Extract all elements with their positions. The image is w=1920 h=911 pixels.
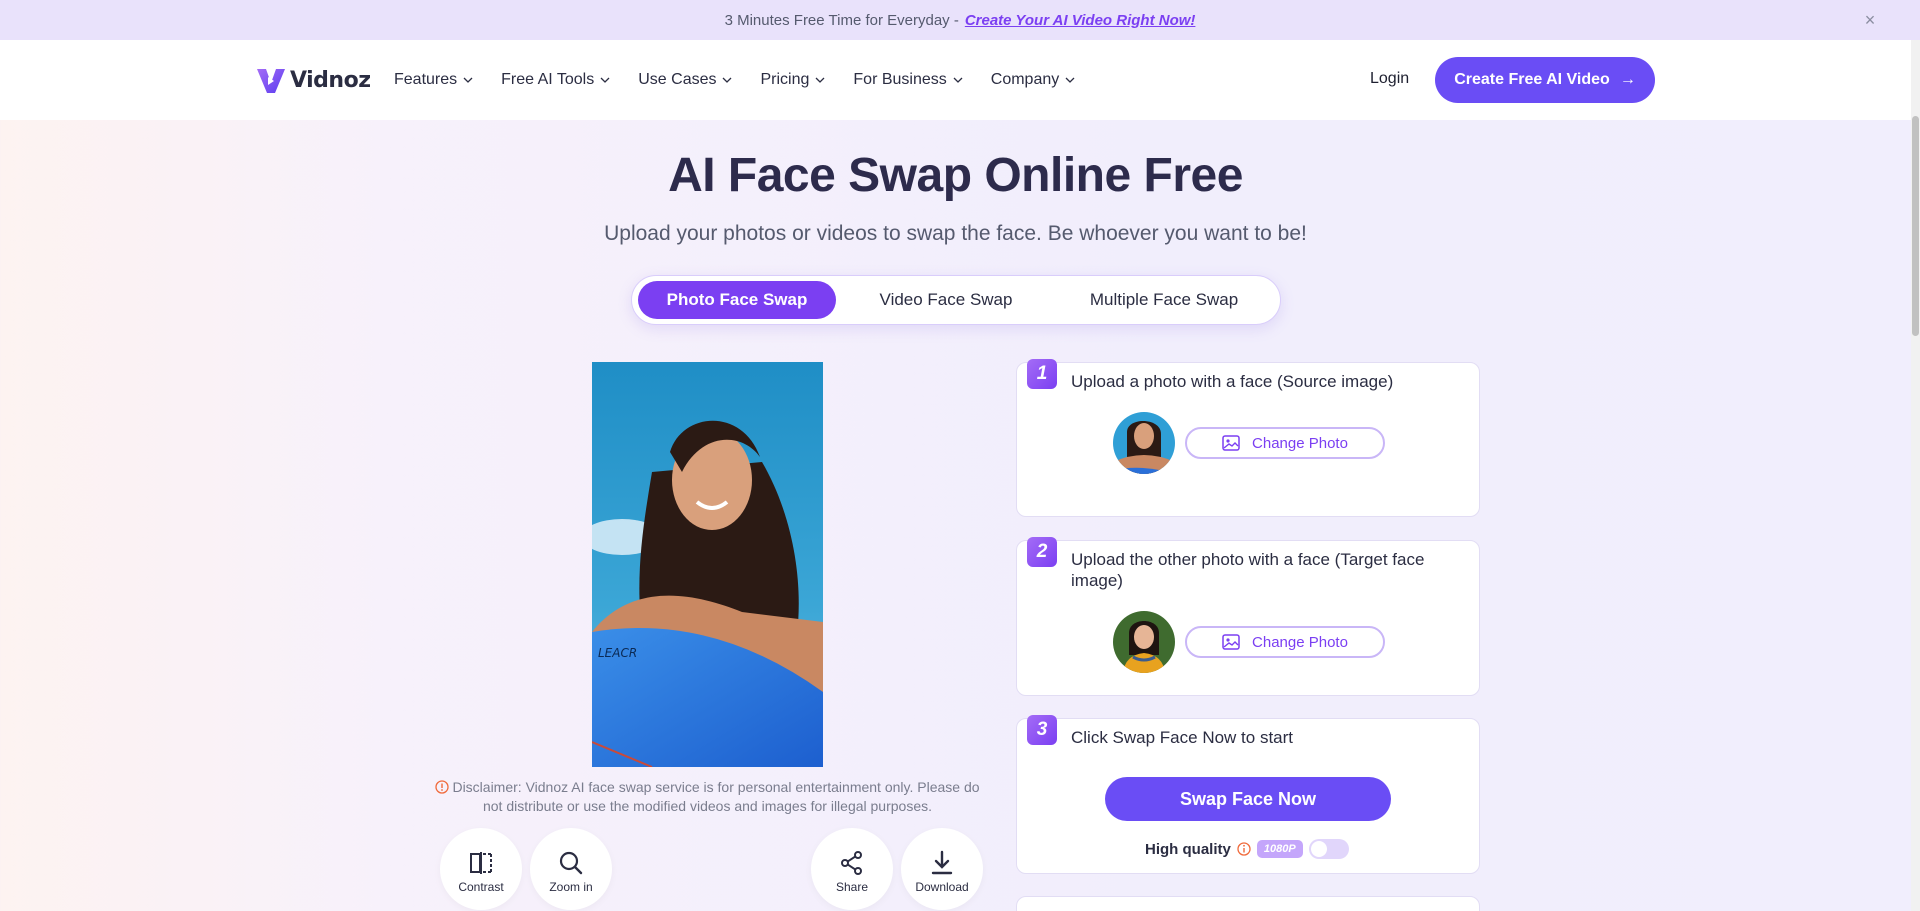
tab-photo-face-swap[interactable]: Photo Face Swap xyxy=(638,281,836,319)
step-text: Upload the other photo with a face (Targ… xyxy=(1071,550,1425,590)
info-icon[interactable] xyxy=(1237,842,1251,856)
menu-label: Features xyxy=(394,71,458,88)
page-title: AI Face Swap Online Free xyxy=(668,149,1243,202)
source-face-image xyxy=(1113,412,1175,474)
chevron-down-icon xyxy=(723,77,732,83)
create-free-ai-video-button[interactable]: Create Free AI Video → xyxy=(1435,57,1655,103)
step-card-partial xyxy=(1016,896,1480,911)
board-text: LEACR xyxy=(598,646,637,660)
zoom-label: Zoom in xyxy=(549,880,593,894)
disclaimer-text: Disclaimer: Vidnoz AI face swap service … xyxy=(452,779,980,814)
menu-for-business[interactable]: For Business xyxy=(853,68,963,92)
zoom-in-button[interactable]: Zoom in xyxy=(530,828,612,910)
vidnoz-logo-icon xyxy=(257,69,285,93)
menu-label: Company xyxy=(990,71,1060,88)
preview-photo: LEACR xyxy=(592,362,823,767)
share-icon xyxy=(841,851,862,875)
scroll-thumb[interactable] xyxy=(1912,116,1919,336)
menu-use-cases[interactable]: Use Cases xyxy=(638,68,732,92)
target-face-image xyxy=(1113,611,1175,673)
menu-pricing[interactable]: Pricing xyxy=(760,68,825,92)
download-icon xyxy=(931,850,953,875)
chevron-down-icon xyxy=(1065,77,1075,83)
change-photo-label: Change Photo xyxy=(1252,633,1348,651)
tab-multiple-face-swap[interactable]: Multiple Face Swap xyxy=(1056,281,1272,319)
step-card-2: 2 Upload the other photo with a face (Ta… xyxy=(1016,537,1480,696)
menu-label: Free AI Tools xyxy=(501,71,595,88)
close-icon[interactable]: × xyxy=(1860,10,1880,30)
step-card-3: 3 Click Swap Face Now to start Swap Face… xyxy=(1016,715,1480,874)
share-label: Share xyxy=(835,880,869,894)
top-nav: Vidnoz Features Free AI Tools Use Cases … xyxy=(0,40,1911,120)
contrast-button[interactable]: Contrast xyxy=(440,828,522,910)
image-icon xyxy=(1222,634,1240,650)
image-icon xyxy=(1222,435,1240,451)
change-target-photo-button[interactable]: Change Photo xyxy=(1185,626,1385,658)
warning-icon xyxy=(435,780,450,794)
step-card-1: 1 Upload a photo with a face (Source ima… xyxy=(1016,359,1480,517)
step-text: Click Swap Face Now to start xyxy=(1071,728,1294,747)
disclaimer: Disclaimer: Vidnoz AI face swap service … xyxy=(430,778,985,816)
1080p-badge: 1080P xyxy=(1256,840,1303,858)
login-link[interactable]: Login xyxy=(1370,70,1409,88)
download-label: Download xyxy=(915,880,969,894)
promo-banner: 3 Minutes Free Time for Everyday - Creat… xyxy=(0,0,1920,40)
chevron-down-icon xyxy=(953,77,963,83)
menu-features[interactable]: Features xyxy=(394,68,473,92)
step-number: 2 xyxy=(1027,537,1057,567)
magnifier-icon xyxy=(559,851,583,875)
step-text: Upload a photo with a face (Source image… xyxy=(1071,372,1394,391)
share-button[interactable]: Share xyxy=(811,828,893,910)
target-avatar xyxy=(1113,611,1175,673)
step-number: 1 xyxy=(1027,359,1057,389)
high-quality-option: High quality 1080P xyxy=(1145,839,1349,859)
logo-text: Vidnoz xyxy=(290,67,371,93)
download-button[interactable]: Download xyxy=(901,828,983,910)
toggle-knob xyxy=(1310,841,1327,857)
menu-company[interactable]: Company xyxy=(991,68,1075,92)
change-photo-label: Change Photo xyxy=(1252,434,1348,452)
source-avatar xyxy=(1113,412,1175,474)
tab-video-face-swap[interactable]: Video Face Swap xyxy=(836,281,1056,319)
swap-face-now-button[interactable]: Swap Face Now xyxy=(1105,777,1391,821)
cta-label: Create Free AI Video xyxy=(1454,71,1610,88)
preview-image: LEACR xyxy=(592,362,823,767)
menu-label: Pricing xyxy=(760,71,810,88)
menu-label: Use Cases xyxy=(638,71,717,88)
high-quality-toggle[interactable] xyxy=(1308,839,1349,859)
contrast-label: Contrast xyxy=(458,880,504,894)
contrast-icon xyxy=(470,852,492,874)
main-menu: Features Free AI Tools Use Cases Pricing… xyxy=(394,68,1103,92)
menu-label: For Business xyxy=(853,71,947,88)
chevron-down-icon xyxy=(600,77,610,83)
step-number: 3 xyxy=(1027,715,1057,745)
arrow-right-icon: → xyxy=(1619,71,1636,88)
chevron-down-icon xyxy=(815,77,825,83)
swap-mode-tabs: Photo Face Swap Video Face Swap Multiple… xyxy=(631,275,1281,325)
promo-text: 3 Minutes Free Time for Everyday - xyxy=(724,11,959,29)
chevron-down-icon xyxy=(463,77,473,83)
promo-link[interactable]: Create Your AI Video Right Now! xyxy=(965,12,1196,29)
menu-free-ai-tools[interactable]: Free AI Tools xyxy=(501,68,610,92)
change-source-photo-button[interactable]: Change Photo xyxy=(1185,427,1385,459)
page-scrollbar[interactable] xyxy=(1911,40,1920,911)
high-quality-label: High quality xyxy=(1145,840,1231,858)
logo[interactable]: Vidnoz xyxy=(254,62,371,98)
page-subtitle: Upload your photos or videos to swap the… xyxy=(604,222,1307,245)
